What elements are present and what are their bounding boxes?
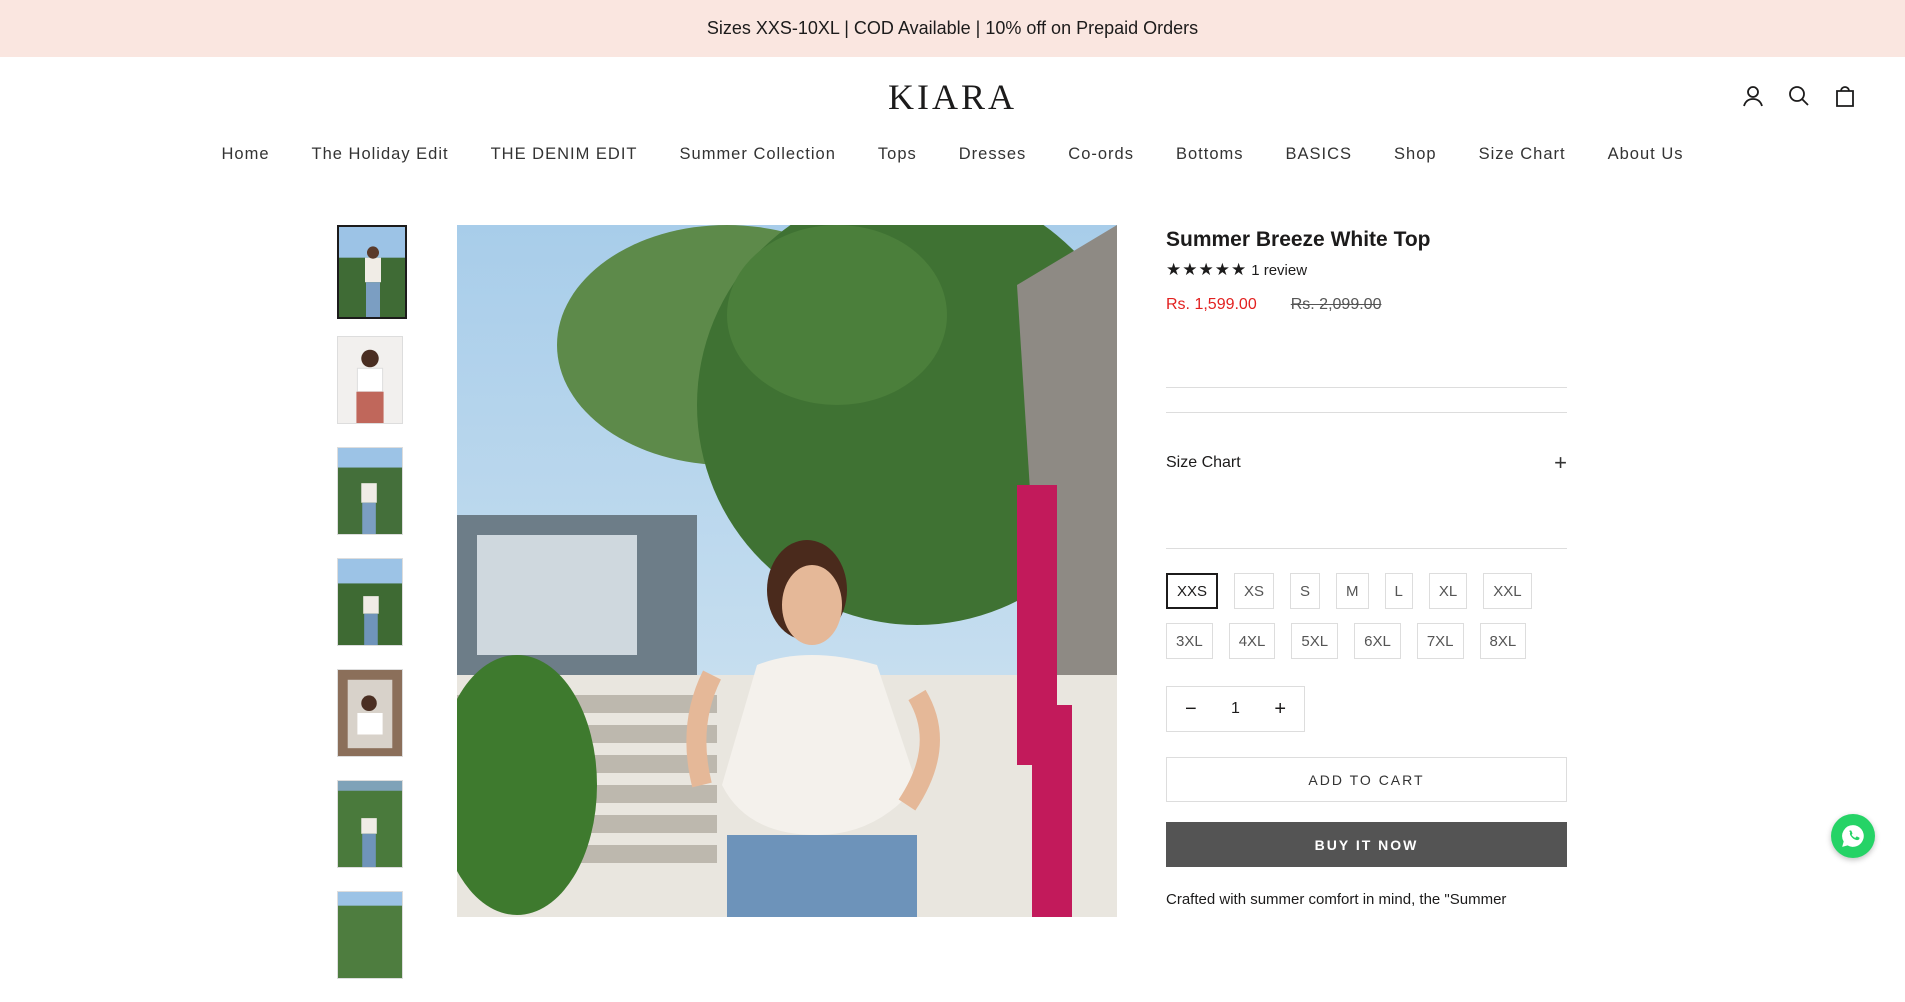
product-prices: Rs. 1,599.00 Rs. 2,099.00 [1166,296,1568,314]
product-thumbnail[interactable] [337,891,403,979]
size-option-xs[interactable]: XS [1234,573,1275,609]
size-option-7xl[interactable]: 7XL [1416,623,1464,659]
whatsapp-icon [1842,825,1864,847]
size-option-4xl[interactable]: 4XL [1228,623,1276,659]
product-rating[interactable]: ★★★★★ 1 review [1166,260,1568,280]
add-to-cart-button[interactable]: ADD TO CART [1166,757,1567,802]
nav-item-holiday-edit[interactable]: The Holiday Edit [312,145,449,164]
nav-item-co-ords[interactable]: Co-ords [1068,145,1134,164]
account-icon[interactable] [1741,84,1765,108]
divider [1166,387,1567,388]
product-info: Summer Breeze White Top ★★★★★ 1 review R… [1166,225,1568,314]
nav-item-summer-collection[interactable]: Summer Collection [680,145,836,164]
site-header: KIARA Home The Holiday Edit THE DENIM ED… [0,57,1905,187]
nav-item-size-chart[interactable]: Size Chart [1479,145,1566,164]
product-thumbnail[interactable] [337,669,403,757]
size-chart-label: Size Chart [1166,454,1241,471]
compare-price: Rs. 2,099.00 [1290,296,1382,313]
header-icons [1741,84,1857,108]
product-thumbnail[interactable] [337,225,407,319]
minus-icon[interactable]: − [1185,698,1197,721]
plus-icon[interactable]: + [1554,450,1567,476]
plus-icon[interactable]: + [1274,698,1286,721]
quantity-stepper: − 1 + [1166,686,1305,732]
star-rating-icon: ★★★★★ [1166,260,1248,279]
size-selector: XXS XS S M L XL XXL 3XL 4XL 5XL 6XL 7XL … [1166,573,1586,673]
size-option-3xl[interactable]: 3XL [1166,623,1213,659]
product-title: Summer Breeze White Top [1166,228,1431,251]
product-thumbnail[interactable] [337,558,403,646]
size-option-xxl[interactable]: XXL [1483,573,1532,609]
nav-item-home[interactable]: Home [222,145,270,164]
product-main-image[interactable] [457,225,1117,917]
whatsapp-chat-button[interactable] [1831,814,1875,858]
size-option-l[interactable]: L [1384,573,1413,609]
quantity-value[interactable]: 1 [1231,700,1240,718]
size-row: XXS XS S M L XL XXL [1166,573,1586,609]
announcement-text: Sizes XXS-10XL | COD Available | 10% off… [706,18,1199,38]
announcement-bar: Sizes XXS-10XL | COD Available | 10% off… [0,0,1905,57]
main-nav: Home The Holiday Edit THE DENIM EDIT Sum… [0,145,1905,164]
product-thumbnail[interactable] [337,780,403,868]
buy-now-button[interactable]: BUY IT NOW [1166,822,1567,867]
product-thumbnail[interactable] [337,336,403,424]
nav-item-bottoms[interactable]: Bottoms [1176,145,1244,164]
review-count[interactable]: 1 review [1251,262,1307,279]
search-icon[interactable] [1787,84,1811,108]
divider [1166,548,1567,549]
site-logo[interactable]: KIARA [0,76,1905,118]
nav-item-shop[interactable]: Shop [1394,145,1437,164]
cart-icon[interactable] [1833,84,1857,108]
size-option-6xl[interactable]: 6XL [1354,623,1401,659]
product-thumbnails [337,225,407,1002]
size-option-8xl[interactable]: 8XL [1479,623,1527,659]
size-row: 3XL 4XL 5XL 6XL 7XL 8XL [1166,623,1586,659]
product-description: Crafted with summer comfort in mind, the… [1166,891,1507,908]
nav-item-dresses[interactable]: Dresses [959,145,1027,164]
size-option-xl[interactable]: XL [1428,573,1468,609]
size-option-5xl[interactable]: 5XL [1291,623,1339,659]
size-option-xxs[interactable]: XXS [1166,573,1219,609]
divider [1166,412,1567,413]
nav-item-tops[interactable]: Tops [878,145,917,164]
sale-price: Rs. 1,599.00 [1166,296,1257,313]
size-option-s[interactable]: S [1290,573,1321,609]
nav-item-about-us[interactable]: About Us [1608,145,1684,164]
nav-item-denim-edit[interactable]: THE DENIM EDIT [491,145,638,164]
nav-item-basics[interactable]: BASICS [1286,145,1353,164]
product-thumbnail[interactable] [337,447,403,535]
size-chart-accordion[interactable]: Size Chart + [1166,450,1567,476]
size-option-m[interactable]: M [1336,573,1369,609]
